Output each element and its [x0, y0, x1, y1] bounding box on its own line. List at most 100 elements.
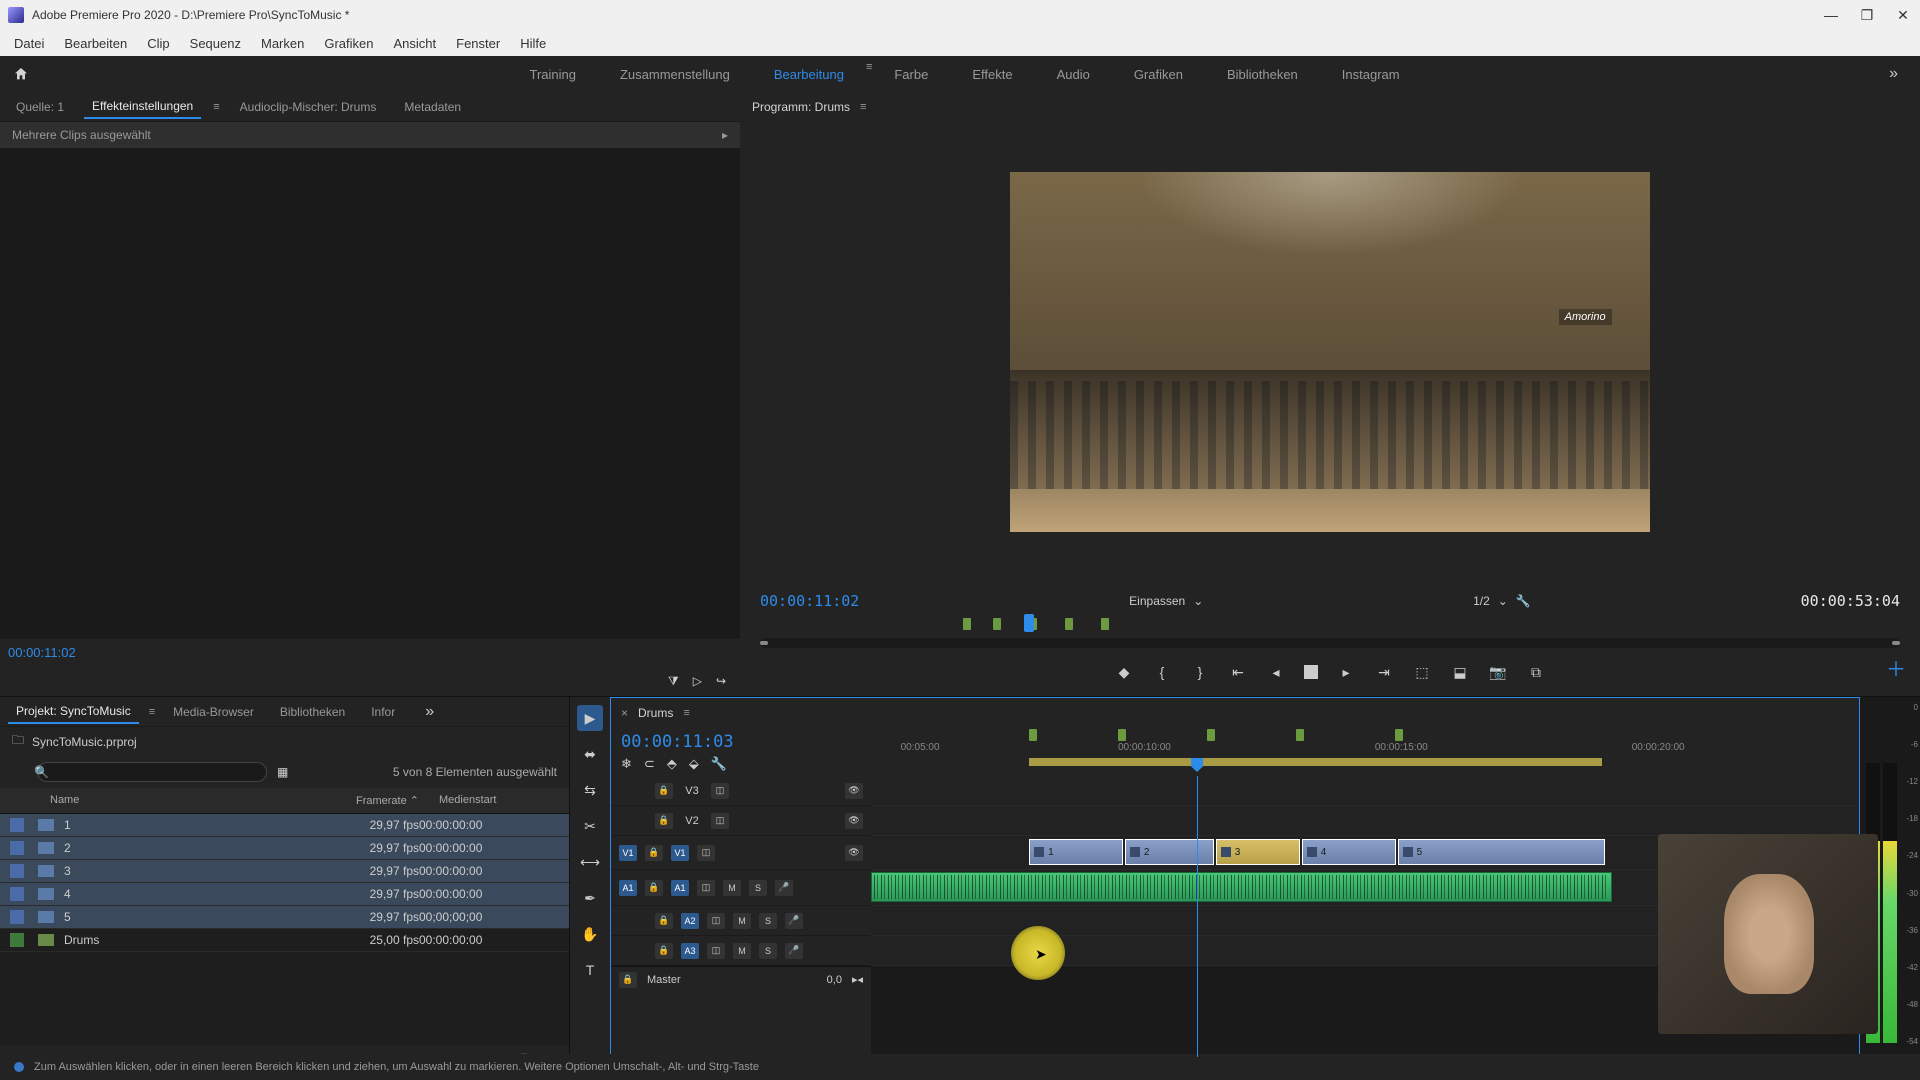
target-a3[interactable]: A3 — [681, 943, 699, 959]
marker-icon[interactable] — [963, 618, 971, 630]
linked-selection-icon[interactable]: ⊂ — [644, 756, 655, 772]
step-back-button[interactable]: ◂ — [1266, 662, 1286, 682]
chevron-down-icon[interactable]: ⌄ — [1498, 594, 1508, 608]
sync-lock-icon[interactable]: ◫ — [711, 783, 729, 799]
home-icon[interactable] — [10, 63, 32, 85]
go-to-in-button[interactable]: ⇤ — [1228, 662, 1248, 682]
toggle-output-icon[interactable]: 👁 — [845, 783, 863, 799]
export-frame-button[interactable]: 📷 — [1488, 662, 1508, 682]
video-clip[interactable]: 1 — [1029, 839, 1123, 865]
table-row[interactable]: 529,97 fps00;00;00;00 — [0, 906, 569, 929]
toggle-output-icon[interactable]: 👁 — [845, 813, 863, 829]
ripple-edit-tool[interactable]: ⇆ — [577, 777, 603, 803]
program-zoom-slider[interactable] — [760, 638, 1900, 648]
search-input[interactable] — [37, 762, 267, 782]
table-row[interactable]: 429,97 fps00:00:00:00 — [0, 883, 569, 906]
workspace-audio[interactable]: Audio — [1035, 61, 1112, 88]
tab-effekteinstellungen[interactable]: Effekteinstellungen — [84, 95, 201, 119]
add-marker-button[interactable]: ◆ — [1114, 662, 1134, 682]
effect-expand-icon[interactable]: ▸ — [722, 128, 728, 142]
track-header-master[interactable]: 🔒Master0,0▸◂ — [611, 966, 871, 992]
timeline-timecode[interactable]: 00:00:11:03 — [621, 732, 861, 752]
menu-datei[interactable]: Datei — [4, 32, 54, 55]
table-row[interactable]: 229,97 fps00:00:00:00 — [0, 837, 569, 860]
maximize-button[interactable]: ❐ — [1858, 7, 1876, 24]
go-to-next-icon[interactable]: ▸◂ — [852, 973, 863, 986]
chevron-down-icon[interactable]: ⌄ — [1193, 594, 1203, 608]
button-editor-icon[interactable]: ＋ — [1886, 653, 1906, 682]
fit-dropdown[interactable]: Einpassen — [1129, 594, 1185, 608]
workspace-bearbeitung[interactable]: Bearbeitung — [752, 61, 866, 88]
table-row[interactable]: Drums25,00 fps00:00:00:00 — [0, 929, 569, 952]
tab-bibliotheken[interactable]: Bibliotheken — [272, 701, 353, 723]
menu-marken[interactable]: Marken — [251, 32, 314, 55]
menu-grafiken[interactable]: Grafiken — [314, 32, 383, 55]
tab-projekt[interactable]: Projekt: SyncToMusic — [8, 700, 139, 724]
video-clip[interactable]: 4 — [1302, 839, 1396, 865]
video-clip[interactable]: 5 — [1398, 839, 1605, 865]
project-table[interactable]: Name Framerate ⌃ Medienstart 129,97 fps0… — [0, 788, 569, 1046]
col-framerate[interactable]: Framerate ⌃ — [309, 788, 429, 813]
target-v1[interactable]: V1 — [671, 845, 689, 861]
timeline-marker[interactable] — [1296, 729, 1304, 741]
timeline-playhead[interactable] — [1191, 758, 1203, 772]
tab-quelle[interactable]: Quelle: 1 — [8, 96, 72, 118]
workspace-training[interactable]: Training — [508, 61, 598, 88]
tab-info[interactable]: Infor — [363, 701, 403, 723]
track-select-tool[interactable]: ⬌ — [577, 741, 603, 767]
lock-icon[interactable]: 🔒 — [655, 943, 673, 959]
video-clip[interactable]: 3 — [1216, 839, 1300, 865]
wrench-icon[interactable]: 🔧 — [711, 756, 727, 772]
workspace-zusammenstellung[interactable]: Zusammenstellung — [598, 61, 752, 88]
lock-icon[interactable]: 🔒 — [655, 913, 673, 929]
audio-clip[interactable] — [871, 872, 1612, 902]
workspace-overflow-icon[interactable]: » — [1877, 65, 1910, 83]
menu-hilfe[interactable]: Hilfe — [510, 32, 556, 55]
voiceover-icon[interactable]: 🎤 — [785, 913, 803, 929]
table-row[interactable]: 329,97 fps00:00:00:00 — [0, 860, 569, 883]
track-header-v1[interactable]: V1🔒V1◫👁 — [611, 836, 871, 870]
sequence-name[interactable]: Drums — [638, 706, 673, 720]
voiceover-icon[interactable]: 🎤 — [775, 880, 793, 896]
tab-audioclip-mischer[interactable]: Audioclip-Mischer: Drums — [232, 96, 385, 118]
source-play-icon[interactable]: ▷ — [693, 674, 702, 688]
extract-button[interactable]: ⬓ — [1450, 662, 1470, 682]
sync-lock-icon[interactable]: ◫ — [707, 943, 725, 959]
tab-media-browser[interactable]: Media-Browser — [165, 701, 262, 723]
source-timecode[interactable]: 00:00:11:02 — [0, 639, 740, 666]
menu-clip[interactable]: Clip — [137, 32, 179, 55]
program-menu-icon[interactable]: ≡ — [860, 101, 866, 113]
workspace-farbe[interactable]: Farbe — [872, 61, 950, 88]
type-tool[interactable]: T — [577, 957, 603, 983]
target-a1[interactable]: A1 — [671, 880, 689, 896]
track-header-v2[interactable]: 🔒V2◫👁 — [611, 806, 871, 836]
effect-tab-menu-icon[interactable]: ≡ — [213, 101, 219, 113]
program-monitor[interactable]: Amorino — [740, 122, 1920, 582]
video-clip[interactable]: 2 — [1125, 839, 1214, 865]
target-a2[interactable]: A2 — [681, 913, 699, 929]
search-icon[interactable]: 🔍 — [34, 765, 49, 779]
filter-bin-icon[interactable]: ▦ — [277, 765, 288, 779]
mute-button[interactable]: M — [733, 943, 751, 959]
workspace-instagram[interactable]: Instagram — [1320, 61, 1422, 88]
timeline-marker[interactable] — [1207, 729, 1215, 741]
hand-tool[interactable]: ✋ — [577, 921, 603, 947]
sync-lock-icon[interactable]: ◫ — [707, 913, 725, 929]
marker-icon[interactable] — [1101, 618, 1109, 630]
source-filter-icon[interactable]: ⧩ — [668, 674, 679, 689]
lock-icon[interactable]: 🔒 — [655, 783, 673, 799]
mute-button[interactable]: M — [723, 880, 741, 896]
go-to-out-button[interactable]: ⇥ — [1374, 662, 1394, 682]
track-header-a1[interactable]: A1🔒A1◫MS🎤 — [611, 870, 871, 906]
menu-bearbeiten[interactable]: Bearbeiten — [54, 32, 137, 55]
workspace-grafiken[interactable]: Grafiken — [1112, 61, 1205, 88]
lock-icon[interactable]: 🔒 — [655, 813, 673, 829]
comparison-button[interactable]: ⧉ — [1526, 662, 1546, 682]
col-name[interactable]: Name — [40, 788, 309, 813]
table-row[interactable]: 129,97 fps00:00:00:00 — [0, 814, 569, 837]
stop-button[interactable] — [1304, 665, 1318, 679]
close-button[interactable]: ✕ — [1894, 7, 1912, 24]
workspace-effekte[interactable]: Effekte — [950, 61, 1034, 88]
tab-metadaten[interactable]: Metadaten — [396, 96, 469, 118]
lock-icon[interactable]: 🔒 — [645, 880, 663, 896]
